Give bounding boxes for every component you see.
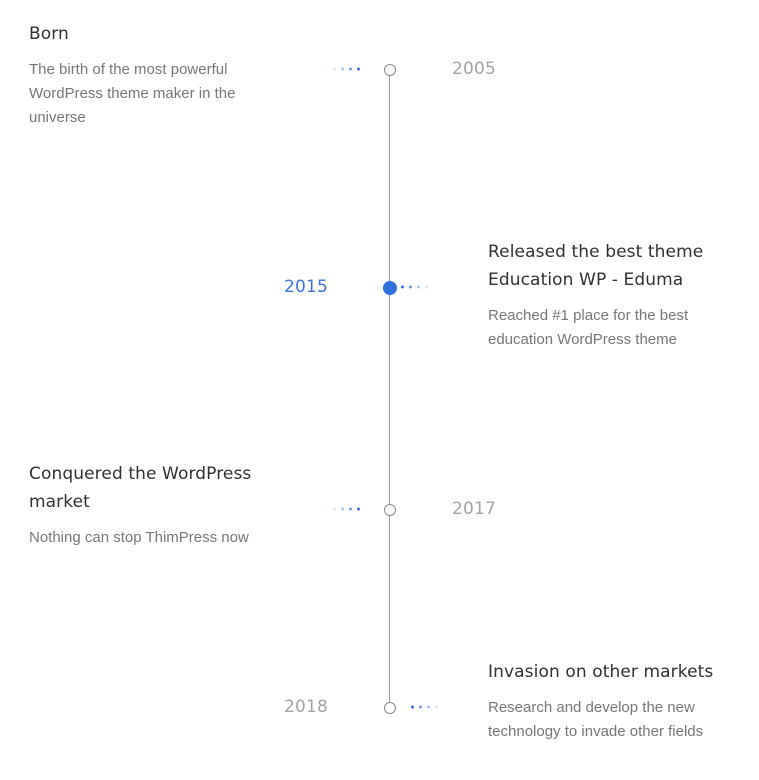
timeline-node[interactable] — [383, 63, 396, 76]
event-title: Born — [29, 24, 69, 44]
event-year: 2017 — [452, 499, 497, 519]
timeline-node-active[interactable] — [382, 280, 397, 295]
event-description: Nothing can stop ThimPress now — [29, 529, 249, 546]
connector-dots — [411, 705, 438, 709]
timeline-axis-line — [389, 69, 390, 707]
timeline: Born The birth of the most powerful Word… — [0, 0, 759, 780]
connector-dots — [333, 507, 360, 511]
event-title: Invasion on other markets — [488, 662, 714, 682]
connector-dots — [401, 285, 428, 289]
event-year: 2018 — [284, 697, 329, 717]
event-year: 2015 — [284, 277, 329, 297]
event-title: Conquered the WordPress market — [29, 464, 252, 512]
event-description: Reached #1 place for the best education … — [488, 307, 689, 348]
connector-dots — [333, 67, 360, 71]
event-description: Research and develop the new technology … — [488, 699, 704, 740]
timeline-node[interactable] — [383, 503, 396, 516]
event-title: Released the best theme Education WP - E… — [488, 242, 704, 290]
event-description: The birth of the most powerful WordPress… — [29, 61, 236, 126]
event-year: 2005 — [452, 59, 497, 79]
timeline-node[interactable] — [383, 701, 396, 714]
